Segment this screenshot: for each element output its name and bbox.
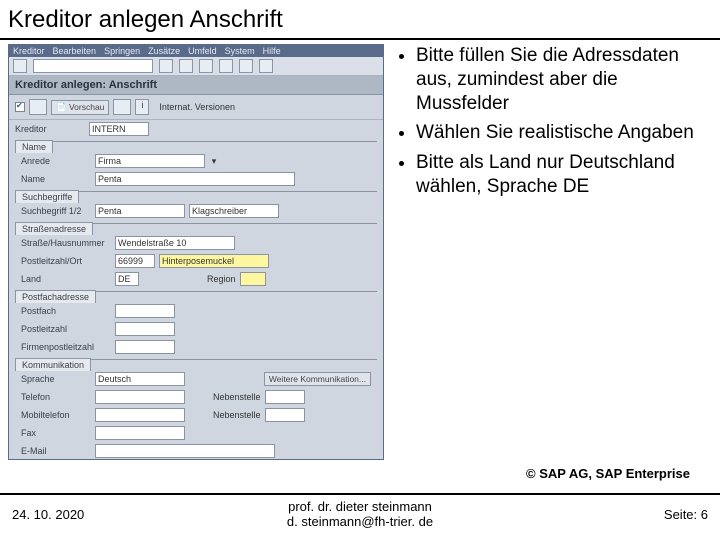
pfort-label: Firmenpostleitzahl bbox=[21, 342, 111, 352]
search2-field[interactable]: Klagschreiber bbox=[189, 204, 279, 218]
toolbar-icon[interactable] bbox=[239, 59, 253, 73]
kreditor-label: Kreditor bbox=[15, 124, 85, 134]
footer-page: Seite: 6 bbox=[476, 507, 708, 522]
mobile-field[interactable] bbox=[95, 408, 185, 422]
menu-item[interactable]: Zusätze bbox=[148, 46, 180, 56]
dropdown-icon[interactable]: ▾ bbox=[209, 156, 219, 167]
plz-label: Postleitzahl/Ort bbox=[21, 256, 111, 266]
region-label: Region bbox=[207, 274, 236, 284]
anrede-label: Anrede bbox=[21, 156, 91, 166]
toolbar-icon[interactable] bbox=[29, 99, 47, 115]
preview-label: Vorschau bbox=[69, 102, 104, 112]
group-tab-name: Name bbox=[15, 140, 53, 153]
menu-item[interactable]: Kreditor bbox=[13, 46, 45, 56]
neben-label: Nebenstelle bbox=[213, 392, 261, 402]
land-label: Land bbox=[21, 274, 111, 284]
anrede-field[interactable]: Firma bbox=[95, 154, 205, 168]
toolbar-text: Internat. Versionen bbox=[159, 102, 235, 112]
footer-date: 24. 10. 2020 bbox=[12, 507, 244, 522]
menu-item[interactable]: Bearbeiten bbox=[53, 46, 97, 56]
sprache-label: Sprache bbox=[21, 374, 91, 384]
land-field[interactable]: DE bbox=[115, 272, 139, 286]
preview-button[interactable]: 📄 Vorschau bbox=[51, 100, 109, 115]
sap-subtoolbar: 📄 Vorschau i Internat. Versionen bbox=[9, 95, 383, 120]
group-tab-postfach: Postfachadresse bbox=[15, 290, 96, 303]
sap-menubar: Kreditor Bearbeiten Springen Zusätze Umf… bbox=[9, 45, 383, 57]
pfort-field[interactable] bbox=[115, 340, 175, 354]
sap-screenshot: Kreditor Bearbeiten Springen Zusätze Umf… bbox=[8, 44, 384, 460]
toolbar-icon[interactable] bbox=[179, 59, 193, 73]
sprache-field[interactable]: Deutsch bbox=[95, 372, 185, 386]
group-tab-comm: Kommunikation bbox=[15, 358, 91, 371]
plz-field[interactable]: 66999 bbox=[115, 254, 155, 268]
ort-field[interactable]: Hinterposemuckel bbox=[159, 254, 269, 268]
toolbar-icon[interactable] bbox=[113, 99, 131, 115]
footer: 24. 10. 2020 prof. dr. dieter steinmann … bbox=[0, 493, 720, 530]
email-label: E-Mail bbox=[21, 446, 91, 456]
neben2-field[interactable] bbox=[265, 408, 305, 422]
footer-name: prof. dr. dieter steinmann bbox=[244, 499, 476, 515]
command-field[interactable] bbox=[33, 59, 153, 73]
bullet-list: Bitte füllen Sie die Adressdaten aus, zu… bbox=[384, 44, 704, 460]
group-tab-search: Suchbegriffe bbox=[15, 190, 79, 203]
bullet-item: Bitte als Land nur Deutschland wählen, S… bbox=[416, 151, 704, 199]
sap-toolbar bbox=[9, 57, 383, 76]
phone-field[interactable] bbox=[95, 390, 185, 404]
bullet-item: Bitte füllen Sie die Adressdaten aus, zu… bbox=[416, 44, 704, 115]
toolbar-icon[interactable] bbox=[13, 59, 27, 73]
name-label: Name bbox=[21, 174, 91, 184]
toolbar-icon[interactable] bbox=[159, 59, 173, 73]
copyright: © SAP AG, SAP Enterprise bbox=[0, 460, 720, 481]
footer-email: d. steinmann@fh-trier. de bbox=[244, 514, 476, 530]
bullet-item: Wählen Sie realistische Angaben bbox=[416, 121, 704, 145]
postfach-field[interactable] bbox=[115, 304, 175, 318]
search-label: Suchbegriff 1/2 bbox=[21, 206, 91, 216]
check-icon[interactable] bbox=[15, 102, 25, 112]
weitere-button[interactable]: Weitere Kommunikation... bbox=[264, 372, 371, 386]
street-label: Straße/Hausnummer bbox=[21, 238, 111, 248]
toolbar-icon[interactable] bbox=[199, 59, 213, 73]
postfach-label: Postfach bbox=[21, 306, 111, 316]
menu-item[interactable]: Umfeld bbox=[188, 46, 217, 56]
menu-item[interactable]: Springen bbox=[104, 46, 140, 56]
neben-field[interactable] bbox=[265, 390, 305, 404]
fax-label: Fax bbox=[21, 428, 91, 438]
toolbar-icon[interactable] bbox=[219, 59, 233, 73]
region-field[interactable] bbox=[240, 272, 266, 286]
pfplz-field[interactable] bbox=[115, 322, 175, 336]
email-field[interactable] bbox=[95, 444, 275, 458]
fax-field[interactable] bbox=[95, 426, 185, 440]
neben2-label: Nebenstelle bbox=[213, 410, 261, 420]
toolbar-icon[interactable] bbox=[259, 59, 273, 73]
mobile-label: Mobiltelefon bbox=[21, 410, 91, 420]
group-tab-street: Straßenadresse bbox=[15, 222, 93, 235]
menu-item[interactable]: System bbox=[225, 46, 255, 56]
menu-item[interactable]: Hilfe bbox=[263, 46, 281, 56]
kreditor-field[interactable]: INTERN bbox=[89, 122, 149, 136]
pfplz-label: Postleitzahl bbox=[21, 324, 111, 334]
info-icon[interactable]: i bbox=[135, 99, 149, 115]
phone-label: Telefon bbox=[21, 392, 91, 402]
search1-field[interactable]: Penta bbox=[95, 204, 185, 218]
street-field[interactable]: Wendelstraße 10 bbox=[115, 236, 235, 250]
slide-title: Kreditor anlegen Anschrift bbox=[0, 0, 720, 40]
screen-title: Kreditor anlegen: Anschrift bbox=[9, 76, 383, 95]
name-field[interactable]: Penta bbox=[95, 172, 295, 186]
